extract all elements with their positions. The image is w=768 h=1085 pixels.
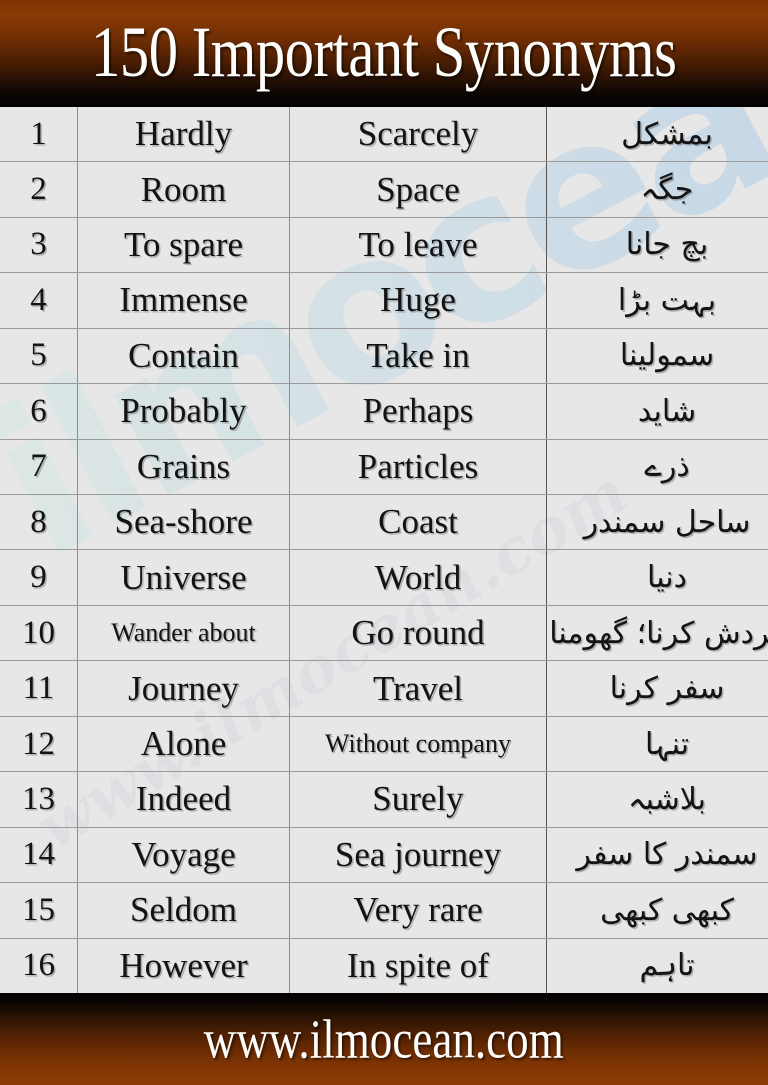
word-cell: Journey <box>77 660 290 717</box>
row-number-cell: 14 <box>0 827 78 884</box>
page-title-text: 150 Important Synonyms <box>91 11 677 92</box>
synonym-cell: Particles <box>289 439 547 496</box>
urdu-meaning-cell: گردش کرنا؛ گھومنا <box>546 605 768 662</box>
synonym-cell: Coast <box>289 494 547 551</box>
row-number-cell: 10 <box>0 605 78 662</box>
table-row: 11 Journey Travel سفر کرنا <box>0 660 768 717</box>
row-number-cell: 7 <box>0 439 78 496</box>
table-row: 4 Immense Huge بہت بڑا <box>0 272 768 329</box>
urdu-meaning-cell: سفر کرنا <box>546 660 768 717</box>
urdu-meaning-cell: کبھی کبھی <box>546 882 768 939</box>
row-number-cell: 1 <box>0 107 78 163</box>
footer-website-text: www.ilmocean.com <box>203 1008 565 1070</box>
urdu-meaning-cell: دنیا <box>546 549 768 606</box>
row-number-cell: 5 <box>0 328 78 385</box>
row-number-cell: 9 <box>0 549 78 606</box>
table-row: 16 However In spite of تاہم <box>0 938 768 993</box>
table-row: 13 Indeed Surely بلاشبہ <box>0 771 768 828</box>
synonyms-table-container: 1 Hardly Scarcely بمشکل 2 Room Space جگہ 3 To spa… <box>0 107 768 993</box>
table-row: 14 Voyage Sea journey سمندر کا سفر <box>0 827 768 884</box>
urdu-meaning-cell: سمندر کا سفر <box>546 827 768 884</box>
word-cell: Wander about <box>77 605 290 662</box>
synonym-cell: Sea journey <box>289 827 547 884</box>
row-number-cell: 6 <box>0 383 78 440</box>
urdu-meaning-cell: بلاشبہ <box>546 771 768 828</box>
page-title: 150 Important Synonyms <box>0 16 768 88</box>
row-number-cell: 15 <box>0 882 78 939</box>
word-cell: Room <box>77 161 290 218</box>
word-cell: Immense <box>77 272 290 329</box>
table-row: 2 Room Space جگہ <box>0 161 768 218</box>
row-number-cell: 13 <box>0 771 78 828</box>
synonym-cell: Travel <box>289 660 547 717</box>
word-cell: Grains <box>77 439 290 496</box>
synonyms-table: 1 Hardly Scarcely بمشکل 2 Room Space جگہ 3 To spa… <box>0 107 768 993</box>
urdu-meaning-cell: سمولینا <box>546 328 768 385</box>
table-row: 9 Universe World دنیا <box>0 549 768 606</box>
synonym-cell: Without company <box>289 716 547 773</box>
word-cell: Seldom <box>77 882 290 939</box>
urdu-meaning-cell: بہت بڑا <box>546 272 768 329</box>
urdu-meaning-cell: تنہا <box>546 716 768 773</box>
table-row: 12 Alone Without company تنہا <box>0 716 768 773</box>
urdu-meaning-cell: تاہم <box>639 948 695 984</box>
synonym-cell: To leave <box>289 217 547 274</box>
poster-footer: www.ilmocean.com <box>0 993 768 1085</box>
row-number-cell: 4 <box>0 272 78 329</box>
row-number-cell: 16 <box>0 938 78 993</box>
word-cell: Alone <box>77 716 290 773</box>
footer-website: www.ilmocean.com <box>0 1008 768 1070</box>
synonym-cell: Huge <box>289 272 547 329</box>
word-cell: To spare <box>77 217 290 274</box>
synonym-cell: Very rare <box>289 882 547 939</box>
table-row: 15 Seldom Very rare کبھی کبھی <box>0 882 768 939</box>
word-cell: Universe <box>77 549 290 606</box>
urdu-meaning-cell: بمشکل <box>546 107 768 163</box>
synonym-cell: Surely <box>289 771 547 828</box>
urdu-meaning-cell: ساحل سمندر <box>546 494 768 551</box>
row-number-cell: 8 <box>0 494 78 551</box>
table-row: 6 Probably Perhaps شاید <box>0 383 768 440</box>
poster-header: 150 Important Synonyms <box>0 0 768 107</box>
row-number-cell: 3 <box>0 217 78 274</box>
table-row: 7 Grains Particles ذرے <box>0 439 768 496</box>
synonym-cell: Go round <box>289 605 547 662</box>
urdu-meaning-cell: ذرے <box>546 439 768 496</box>
word-cell: Contain <box>77 328 290 385</box>
synonym-cell: Space <box>289 161 547 218</box>
table-row: 8 Sea-shore Coast ساحل سمندر <box>0 494 768 551</box>
word-cell: Probably <box>77 383 290 440</box>
row-number-cell: 12 <box>0 716 78 773</box>
table-row: 10 Wander about Go round گردش کرنا؛ گھومنا <box>0 605 768 662</box>
row-number-cell: 2 <box>0 161 78 218</box>
word-cell: Hardly <box>77 107 290 163</box>
table-row: 3 To spare To leave بچ جانا <box>0 217 768 274</box>
word-cell: Indeed <box>77 771 290 828</box>
row-number-cell: 11 <box>0 660 78 717</box>
synonym-cell: Take in <box>289 328 547 385</box>
urdu-meaning-cell: بچ جانا <box>546 217 768 274</box>
table-row: 1 Hardly Scarcely بمشکل <box>0 107 768 163</box>
word-cell: However <box>77 938 290 993</box>
synonyms-poster: ilmocean www.ilmocean.com 150 Important … <box>0 0 768 1085</box>
synonym-cell: In spite of <box>289 938 547 993</box>
table-row: 5 Contain Take in سمولینا <box>0 328 768 385</box>
synonym-cell: Perhaps <box>289 383 547 440</box>
urdu-meaning-cell: شاید <box>546 383 768 440</box>
word-cell: Sea-shore <box>77 494 290 551</box>
synonyms-table-body: 1 Hardly Scarcely بمشکل 2 Room Space جگہ 3 To spa… <box>0 107 768 993</box>
synonym-cell: Scarcely <box>289 107 547 163</box>
urdu-meaning-cell: جگہ <box>546 161 768 218</box>
synonym-cell: World <box>289 549 547 606</box>
word-cell: Voyage <box>77 827 290 884</box>
